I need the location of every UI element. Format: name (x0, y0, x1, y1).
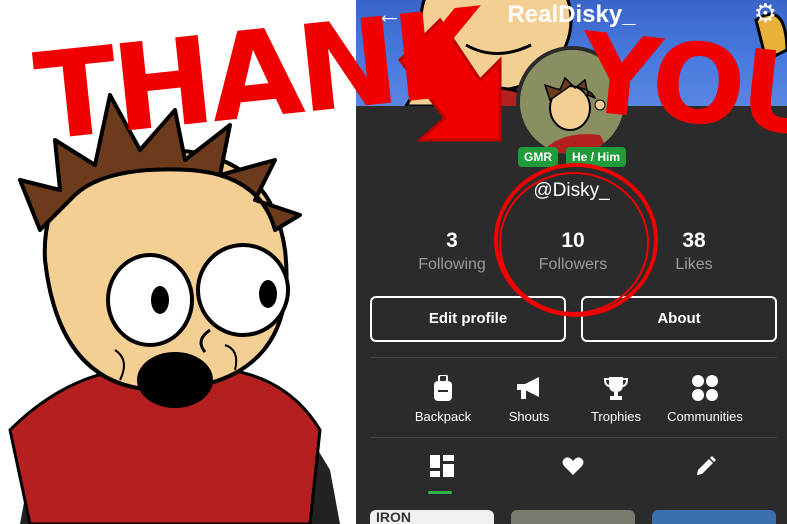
post-thumbnail[interactable] (511, 510, 635, 524)
stat-following-value: 3 (446, 229, 458, 252)
communities-label: Communities (667, 409, 743, 424)
trophies-action[interactable]: Trophies (573, 373, 659, 424)
pencil-icon[interactable] (686, 452, 726, 480)
communities-icon (661, 373, 749, 403)
post-thumbnail[interactable]: IRON (370, 509, 494, 524)
stat-followers-value: 10 (561, 229, 585, 252)
stat-following[interactable]: 3 Following (392, 228, 512, 276)
edit-profile-button[interactable]: Edit profile (370, 296, 566, 342)
badge-gmr: GMR (518, 147, 558, 167)
trophies-label: Trophies (590, 409, 642, 424)
stat-following-label: Following (418, 256, 486, 273)
divider (370, 437, 777, 438)
profile-handle: @Disky_ (533, 180, 610, 201)
stat-likes-value: 38 (682, 229, 706, 252)
stat-followers[interactable]: 10 Followers (513, 228, 633, 276)
shouts-label: Shouts (508, 409, 550, 424)
post-thumbnail[interactable] (652, 510, 776, 524)
badge-pronouns: He / Him (566, 147, 627, 167)
stat-likes[interactable]: 38 Likes (634, 228, 754, 276)
selected-tab-indicator (428, 491, 452, 494)
shouts-action[interactable]: Shouts (486, 373, 572, 424)
you-scribble-text: YOU (573, 8, 787, 162)
backpack-icon (400, 373, 486, 403)
heart-icon[interactable] (553, 452, 593, 480)
posts-grid-icon[interactable] (422, 452, 462, 480)
gear-icon[interactable]: ⚙ (754, 0, 777, 26)
trophy-icon (573, 373, 659, 403)
communities-action[interactable]: Communities (661, 373, 749, 424)
megaphone-icon (486, 373, 572, 403)
backpack-action[interactable]: Backpack (400, 373, 486, 424)
backpack-label: Backpack (414, 409, 472, 424)
stat-followers-label: Followers (538, 256, 608, 273)
stat-likes-label: Likes (675, 256, 713, 273)
about-button[interactable]: About (581, 296, 777, 342)
divider (370, 357, 777, 358)
thumbnail-text: IRON (376, 509, 411, 524)
